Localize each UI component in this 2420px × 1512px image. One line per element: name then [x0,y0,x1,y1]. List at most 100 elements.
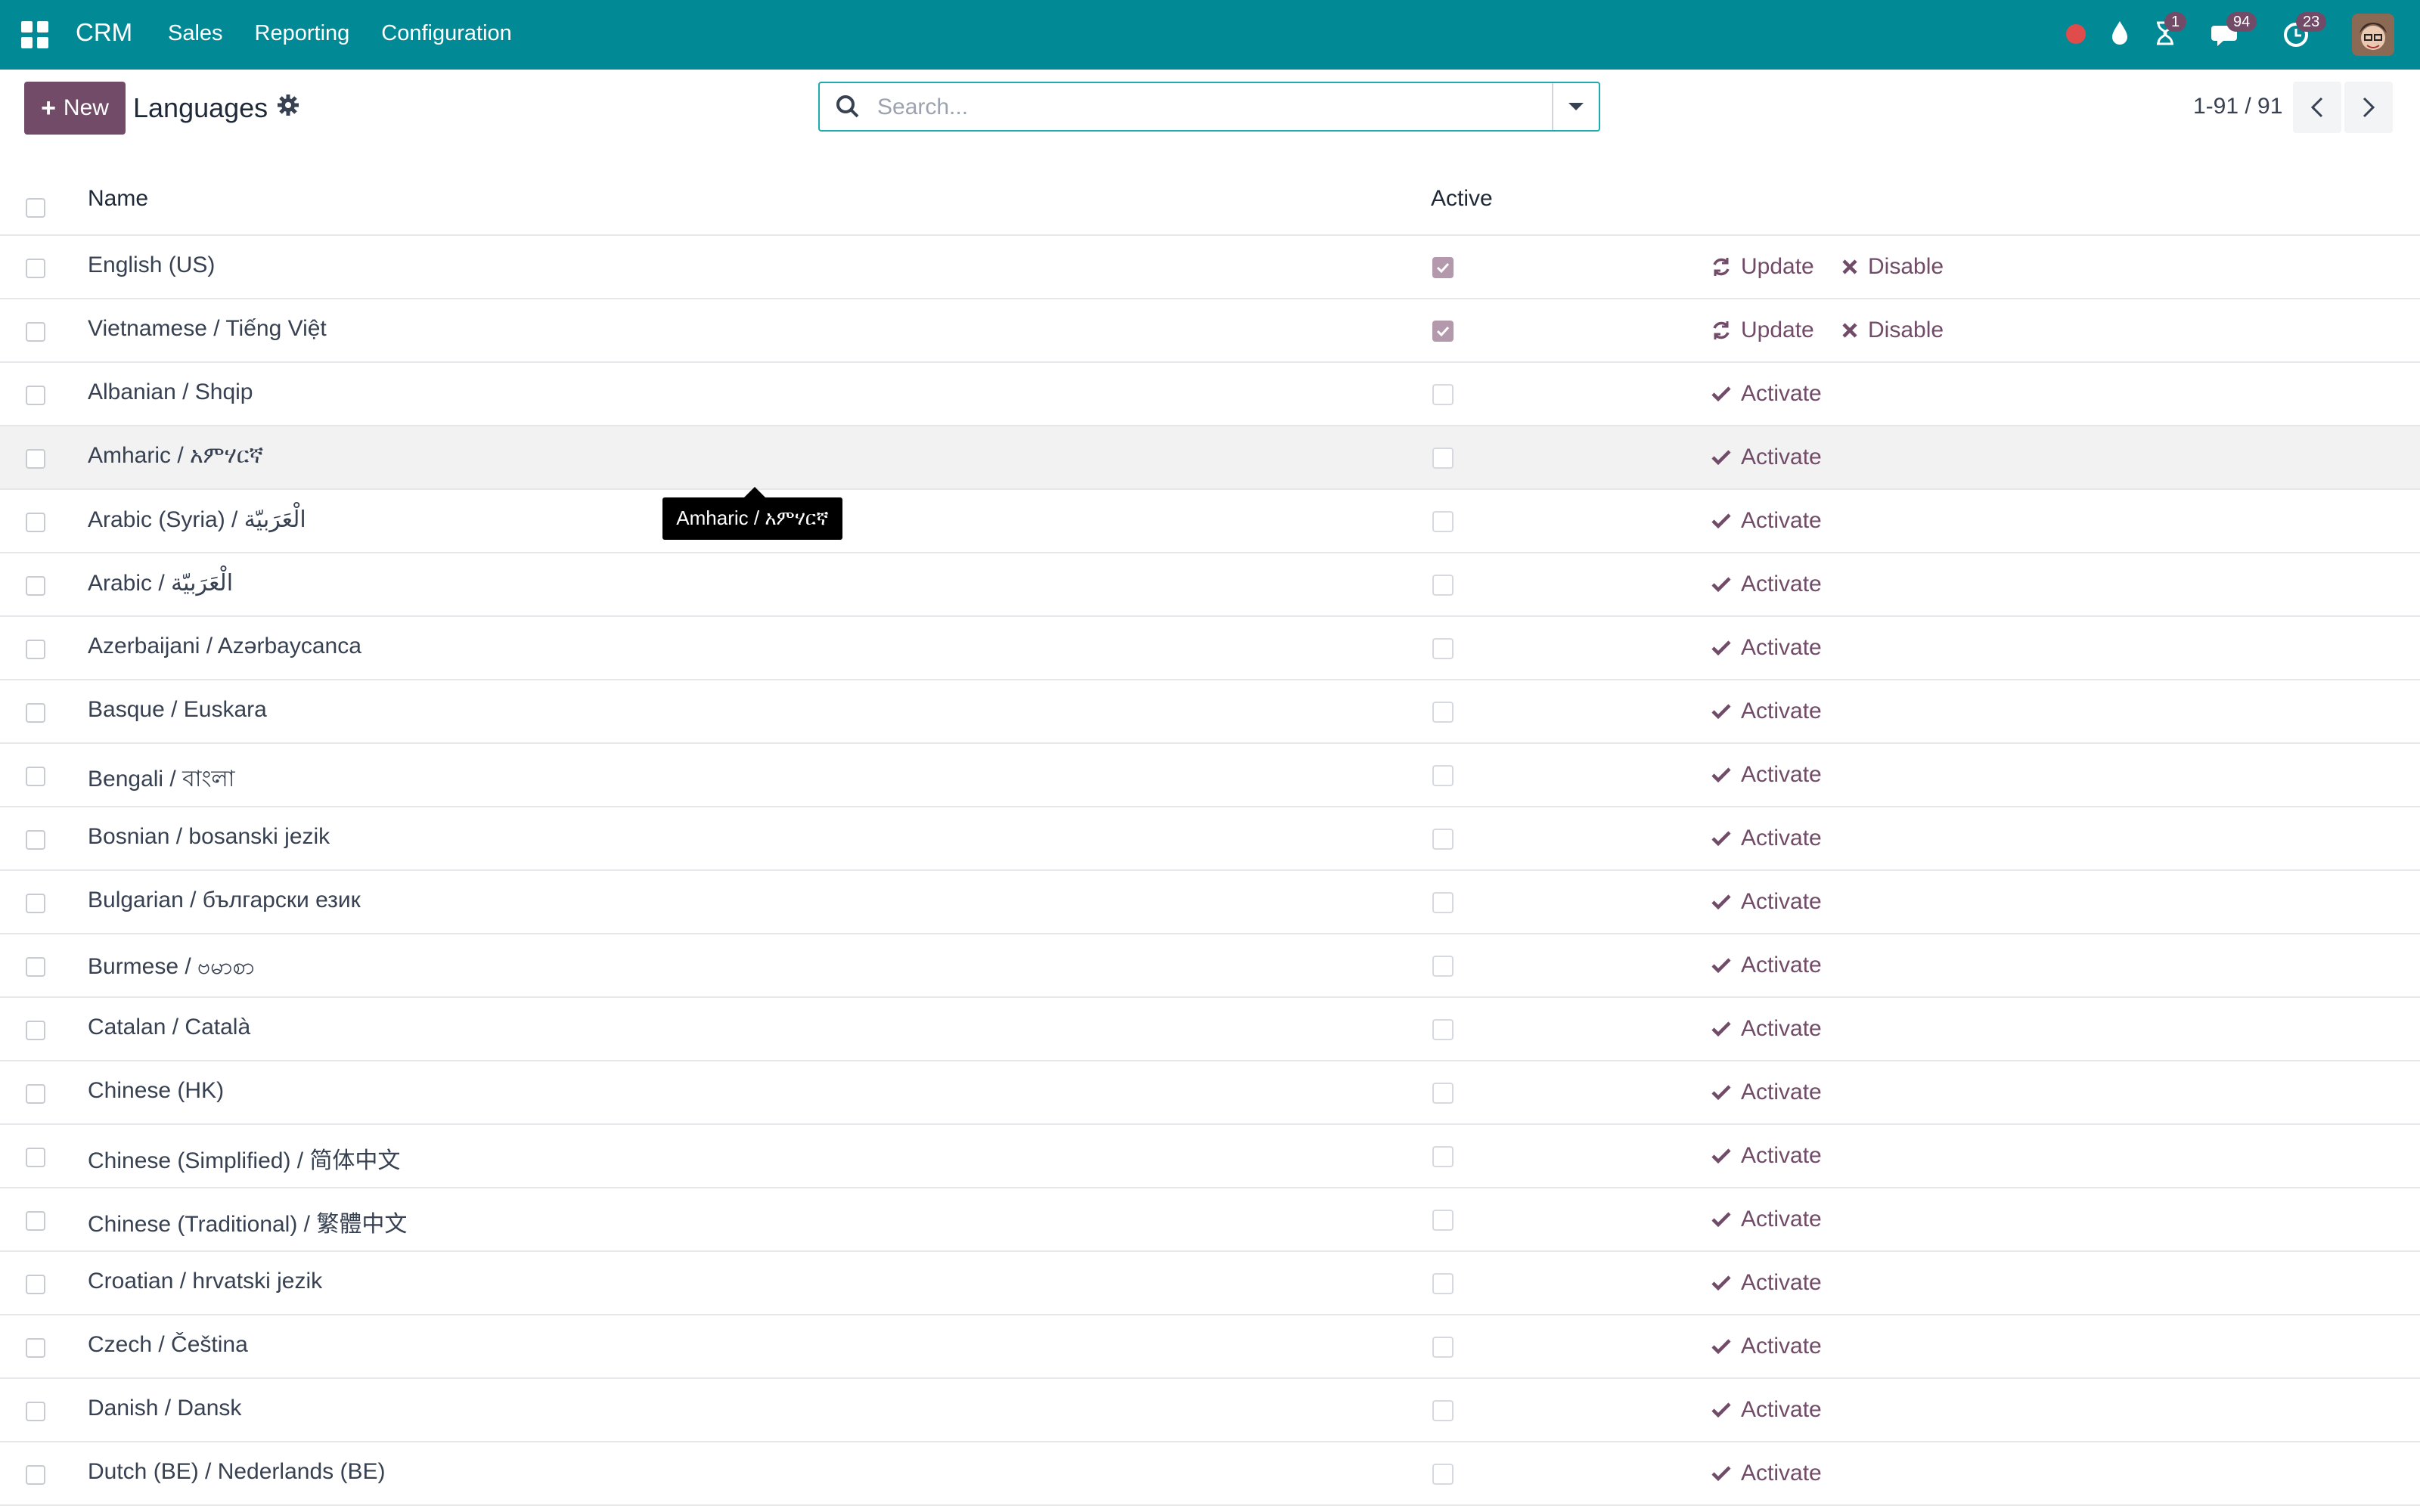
column-header-active[interactable]: Active [1431,186,1493,212]
pager-next-button[interactable] [2344,82,2393,133]
table-row[interactable]: Arabic / الْعَرَبيّة Activate [0,553,2420,617]
table-row[interactable]: Arabic (Syria) / الْعَرَبيّة Activate [0,490,2420,553]
activate-button[interactable]: Activate [1711,762,1822,788]
activate-label: Activate [1741,1461,1822,1486]
row-select-checkbox[interactable] [26,1148,45,1167]
active-checkbox [1432,1146,1454,1167]
table-row[interactable]: Basque / Euskara Activate [0,680,2420,744]
search-options-toggle[interactable] [1552,83,1599,130]
disable-button[interactable]: Disable [1841,254,1944,280]
disable-button[interactable]: Disable [1841,318,1944,343]
row-select-checkbox[interactable] [26,1465,45,1485]
table-row[interactable]: Bulgarian / български език Activate [0,871,2420,934]
language-name: Albanian / Shqip [88,380,253,404]
menu-sales[interactable]: Sales [168,21,223,46]
check-icon [1711,1466,1731,1482]
activate-button[interactable]: Activate [1711,381,1822,407]
table-row[interactable]: Bosnian / bosanski jezik Activate [0,807,2420,871]
row-select-checkbox[interactable] [26,957,45,977]
table-row[interactable]: Albanian / Shqip Activate [0,363,2420,426]
app-brand[interactable]: CRM [76,18,132,47]
table-row[interactable]: Azerbaijani / Azərbaycanca Activate [0,617,2420,680]
language-name: Basque / Euskara [88,697,267,722]
pager-previous-button[interactable] [2293,82,2341,133]
activate-label: Activate [1741,826,1822,850]
table-row[interactable]: Czech / Čeština Activate [0,1315,2420,1379]
activate-button[interactable]: Activate [1711,1207,1822,1232]
language-name: Danish / Dansk [88,1396,242,1421]
new-button[interactable]: + New [24,82,126,135]
table-row[interactable]: Catalan / Català Activate [0,998,2420,1061]
activate-button[interactable]: Activate [1711,1461,1822,1486]
activate-button[interactable]: Activate [1711,1334,1822,1359]
update-button[interactable]: Update [1711,318,1814,343]
table-row[interactable]: English (US) Update Disable [0,236,2420,299]
active-checkbox [1432,575,1454,596]
column-header-name[interactable]: Name [88,186,148,212]
row-select-checkbox[interactable] [26,640,45,659]
active-checkbox [1432,702,1454,723]
activate-button[interactable]: Activate [1711,508,1822,534]
select-all-checkbox[interactable] [26,198,45,218]
activate-button[interactable]: Activate [1711,1397,1822,1423]
table-row[interactable]: Chinese (Simplified) / 简体中文 Activate [0,1125,2420,1188]
check-icon [1711,958,1731,974]
row-select-checkbox[interactable] [26,1211,45,1231]
activate-button[interactable]: Activate [1711,445,1822,470]
table-row[interactable]: Croatian / hrvatski jezik Activate [0,1252,2420,1315]
row-select-checkbox[interactable] [26,894,45,913]
row-select-checkbox[interactable] [26,1275,45,1294]
update-button[interactable]: Update [1711,254,1814,280]
activate-button[interactable]: Activate [1711,635,1822,661]
user-avatar[interactable] [2352,14,2394,56]
table-row[interactable]: Dutch (BE) / Nederlands (BE) Activate [0,1442,2420,1506]
row-select-checkbox[interactable] [26,513,45,532]
table-row[interactable]: Bengali / বাংলা Activate [0,744,2420,807]
table-row[interactable]: Vietnamese / Tiếng Việt Update Disable [0,299,2420,363]
table-row[interactable]: Burmese / ဗမာစာ Activate [0,934,2420,998]
table-row[interactable]: Danish / Dansk Activate [0,1379,2420,1442]
activate-button[interactable]: Activate [1711,1080,1822,1105]
tooltip: Amharic / አምሃርኛ [662,487,842,540]
search-input[interactable] [876,89,1529,125]
row-select-checkbox[interactable] [26,576,45,596]
droplet-icon[interactable] [2108,18,2131,48]
active-checkbox [1432,1019,1454,1040]
gear-icon[interactable] [277,94,299,116]
update-label: Update [1741,318,1814,342]
activate-label: Activate [1741,635,1822,660]
row-select-checkbox[interactable] [26,386,45,405]
row-select-checkbox[interactable] [26,830,45,850]
menu-configuration[interactable]: Configuration [381,21,512,46]
active-checkbox [1432,511,1454,532]
table-row[interactable]: Chinese (HK) Activate [0,1061,2420,1125]
activate-button[interactable]: Activate [1711,889,1822,915]
language-name: English (US) [88,253,216,277]
row-select-checkbox[interactable] [26,449,45,469]
activate-button[interactable]: Activate [1711,1016,1822,1042]
row-select-checkbox[interactable] [26,1021,45,1040]
row-select-checkbox[interactable] [26,1084,45,1104]
activate-button[interactable]: Activate [1711,572,1822,597]
activate-label: Activate [1741,508,1822,533]
language-name: Chinese (HK) [88,1078,225,1103]
record-status-icon[interactable] [2066,24,2086,44]
menu-reporting[interactable]: Reporting [255,21,350,46]
row-select-checkbox[interactable] [26,1402,45,1421]
activate-button[interactable]: Activate [1711,953,1822,978]
activate-button[interactable]: Activate [1711,699,1822,724]
row-select-checkbox[interactable] [26,1338,45,1358]
activate-button[interactable]: Activate [1711,826,1822,851]
row-select-checkbox[interactable] [26,259,45,278]
language-name: Bulgarian / български език [88,888,361,912]
activate-button[interactable]: Activate [1711,1143,1822,1169]
table-row[interactable]: Amharic / አምሃርኛ Activate [0,426,2420,490]
table-row[interactable]: Chinese (Traditional) / 繁體中文 Activate [0,1188,2420,1252]
apps-menu-icon[interactable] [21,21,48,48]
pager-value[interactable]: 1-91 / 91 [2193,94,2282,119]
disable-label: Disable [1868,254,1944,279]
row-select-checkbox[interactable] [26,703,45,723]
activate-button[interactable]: Activate [1711,1270,1822,1296]
row-select-checkbox[interactable] [26,767,45,786]
row-select-checkbox[interactable] [26,322,45,342]
